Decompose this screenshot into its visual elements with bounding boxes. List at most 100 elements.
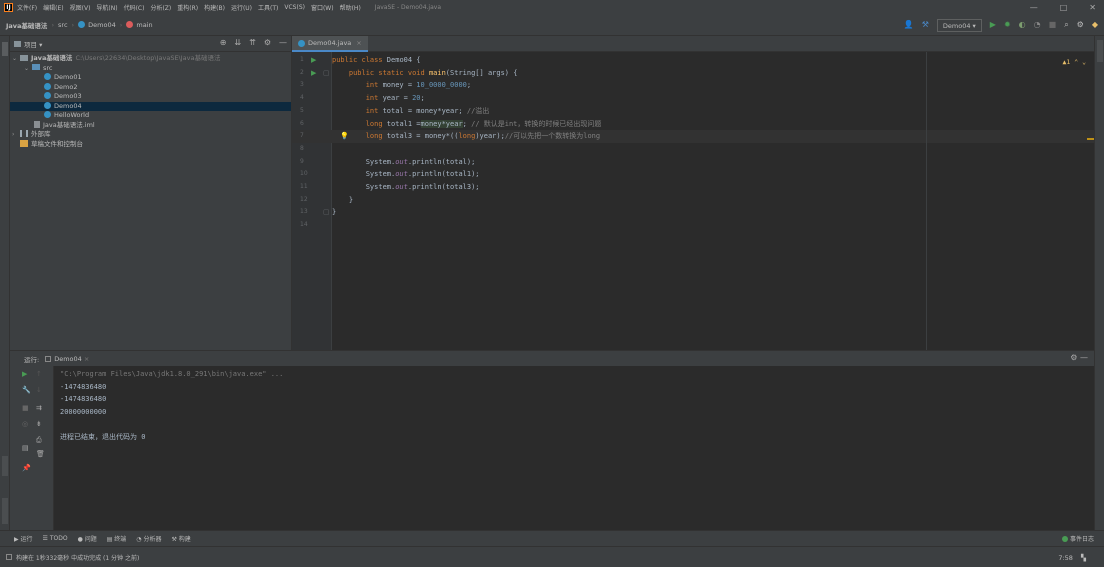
run-method-gutter-icon[interactable]: ▶: [311, 69, 316, 77]
menu-code[interactable]: 代码(C): [124, 3, 145, 12]
layout-icon[interactable]: ▤: [22, 444, 29, 452]
menu-help[interactable]: 帮助(H): [340, 3, 361, 12]
menu-run[interactable]: 运行(U): [231, 3, 252, 12]
tool-terminal[interactable]: ▤ 终端: [107, 534, 127, 543]
lightbulb-icon[interactable]: 💡: [340, 132, 349, 140]
tree-src[interactable]: ⌄ src: [10, 64, 291, 74]
tree-class-demo03[interactable]: Demo03: [10, 92, 291, 102]
stop-icon[interactable]: ■: [1049, 21, 1057, 29]
class-icon: [298, 39, 305, 47]
menu-analyze[interactable]: 分析(Z): [150, 3, 171, 12]
tree-class-demo01[interactable]: Demo01: [10, 73, 291, 83]
run-icon[interactable]: ▶: [990, 21, 996, 29]
run-toolbar: ▶ ↑ 🔧 ↓ ■ ⇉ ◎ ⇟ ⎙ ▤ 🗑 📌: [10, 366, 54, 530]
menu-vcs[interactable]: VCS(S): [284, 4, 305, 11]
chevron-down-icon[interactable]: ⌄: [12, 54, 20, 64]
close-tab-icon[interactable]: ×: [84, 355, 89, 363]
breadcrumb-method[interactable]: main: [136, 21, 152, 29]
menu-build[interactable]: 构建(B): [204, 3, 225, 12]
tree-root-label: Java基础语法: [31, 54, 73, 62]
hide-icon[interactable]: —: [279, 38, 287, 47]
down-arrow-icon[interactable]: ↓: [36, 386, 42, 394]
close-tab-icon[interactable]: ×: [356, 39, 361, 47]
tree-class-demo04[interactable]: Demo04: [10, 101, 291, 111]
breadcrumb-src[interactable]: src: [58, 21, 68, 29]
menu-window[interactable]: 窗口(W): [311, 3, 334, 12]
camera-icon[interactable]: ◎: [22, 420, 28, 428]
breadcrumb-project[interactable]: Java基础语法: [6, 20, 47, 30]
stop-icon[interactable]: ■: [22, 404, 29, 412]
plugin-icon[interactable]: ◆: [1092, 21, 1098, 29]
warning-stripe-mark[interactable]: [1087, 138, 1094, 140]
rerun-icon[interactable]: ▶: [22, 370, 27, 378]
tree-class-helloworld[interactable]: HelloWorld: [10, 111, 291, 121]
fold-icon[interactable]: ▢: [323, 69, 330, 77]
settings-gear-icon[interactable]: ⚙: [264, 38, 271, 47]
expand-all-icon[interactable]: ⇊: [234, 38, 241, 47]
warning-indicator[interactable]: ▲1 ⌃ ⌄: [1063, 58, 1086, 66]
tool-problems[interactable]: ● 问题: [78, 534, 97, 543]
memory-indicator-icon[interactable]: ▚: [1081, 554, 1086, 562]
menu-navigate[interactable]: 导航(N): [96, 3, 117, 12]
status-icon[interactable]: [6, 554, 12, 560]
line-number: 4: [300, 94, 304, 102]
project-view-dropdown[interactable]: 项目 ▾: [24, 39, 42, 49]
menu-refactor[interactable]: 重构(R): [177, 3, 198, 12]
tree-iml-file[interactable]: Java基础语法.iml: [10, 120, 291, 131]
menu-view[interactable]: 视图(V): [70, 3, 91, 12]
tool-build[interactable]: ⚒ 构建: [171, 534, 190, 543]
minimize-button[interactable]: —: [1030, 3, 1038, 12]
console-line: 20000000000: [60, 407, 107, 416]
run-tab-demo04[interactable]: Demo04 ×: [45, 355, 89, 363]
search-icon[interactable]: ⌕: [1064, 21, 1068, 29]
tree-external-libs[interactable]: › 外部库: [10, 130, 291, 140]
pin-icon[interactable]: 📌: [22, 464, 31, 472]
soft-wrap-icon[interactable]: ⇉: [36, 404, 42, 412]
fold-icon[interactable]: ▢: [323, 208, 330, 216]
tool-todo[interactable]: ☰ TODO: [43, 535, 68, 542]
tree-root[interactable]: ⌄ Java基础语法 C:\Users\22634\Desktop\JavaSE\J…: [10, 54, 291, 64]
settings-gear-icon[interactable]: ⚙ —: [1070, 353, 1088, 362]
tool-profiler[interactable]: ◔ 分析器: [136, 534, 161, 543]
tree-class-label: HelloWorld: [54, 111, 90, 119]
menu-tools[interactable]: 工具(T): [258, 3, 278, 12]
code-editor[interactable]: public class Demo04 { public static void…: [332, 52, 1094, 350]
run-class-gutter-icon[interactable]: ▶: [311, 56, 316, 64]
class-icon: [44, 73, 51, 80]
run-console[interactable]: "C:\Program Files\Java\jdk1.8.0_291\bin\…: [54, 366, 1094, 530]
locate-icon[interactable]: ⊕: [220, 38, 227, 47]
print-icon[interactable]: ⎙: [36, 436, 42, 445]
trash-icon[interactable]: 🗑: [36, 450, 45, 458]
wrench-icon[interactable]: 🔧: [22, 386, 31, 394]
editor-tab-demo04[interactable]: Demo04.java ×: [292, 36, 368, 52]
title-bar: IJ 文件(F) 编辑(E) 视图(V) 导航(N) 代码(C) 分析(Z) 重…: [0, 0, 1104, 14]
menu-edit[interactable]: 编辑(E): [43, 3, 63, 12]
settings-gear-icon[interactable]: ⚙: [1077, 21, 1084, 29]
database-tool-icon[interactable]: [1097, 40, 1103, 62]
breadcrumb-class[interactable]: Demo04: [88, 21, 116, 29]
editor-gutter: 1 2 3 4 5 6 7 8 9 10 11 12 13 14 ▶ ▶ ▢ ▢: [292, 52, 332, 350]
user-icon[interactable]: 👤: [904, 21, 914, 29]
tool-run[interactable]: ▶ 运行: [14, 534, 33, 543]
tree-scratches[interactable]: 草稿文件和控制台: [10, 139, 291, 150]
up-arrow-icon[interactable]: ↑: [36, 370, 42, 378]
coverage-icon[interactable]: ◐: [1019, 21, 1026, 29]
tree-class-demo2[interactable]: Demo2: [10, 82, 291, 93]
class-icon: [44, 101, 51, 109]
chevron-down-icon[interactable]: ⌄: [24, 64, 32, 74]
debug-icon[interactable]: ✹: [1004, 21, 1011, 29]
maximize-button[interactable]: □: [1060, 3, 1068, 12]
collapse-all-icon[interactable]: ⇈: [249, 38, 256, 47]
scroll-to-end-icon[interactable]: ⇟: [36, 420, 42, 428]
build-hammer-icon[interactable]: ⚒: [922, 21, 929, 29]
status-clock: 7:58 ▚: [1058, 554, 1086, 562]
project-tool-icon[interactable]: [2, 42, 8, 56]
profile-icon[interactable]: ◔: [1034, 21, 1041, 29]
run-config-dropdown[interactable]: Demo04 ▾: [936, 18, 982, 32]
event-log-button[interactable]: 事件日志: [1061, 534, 1094, 543]
menu-file[interactable]: 文件(F): [17, 3, 37, 12]
favorites-tool-icon[interactable]: [2, 498, 8, 524]
chevron-right-icon[interactable]: ›: [12, 130, 20, 140]
close-button[interactable]: ✕: [1089, 3, 1096, 12]
structure-tool-icon[interactable]: [2, 456, 8, 476]
